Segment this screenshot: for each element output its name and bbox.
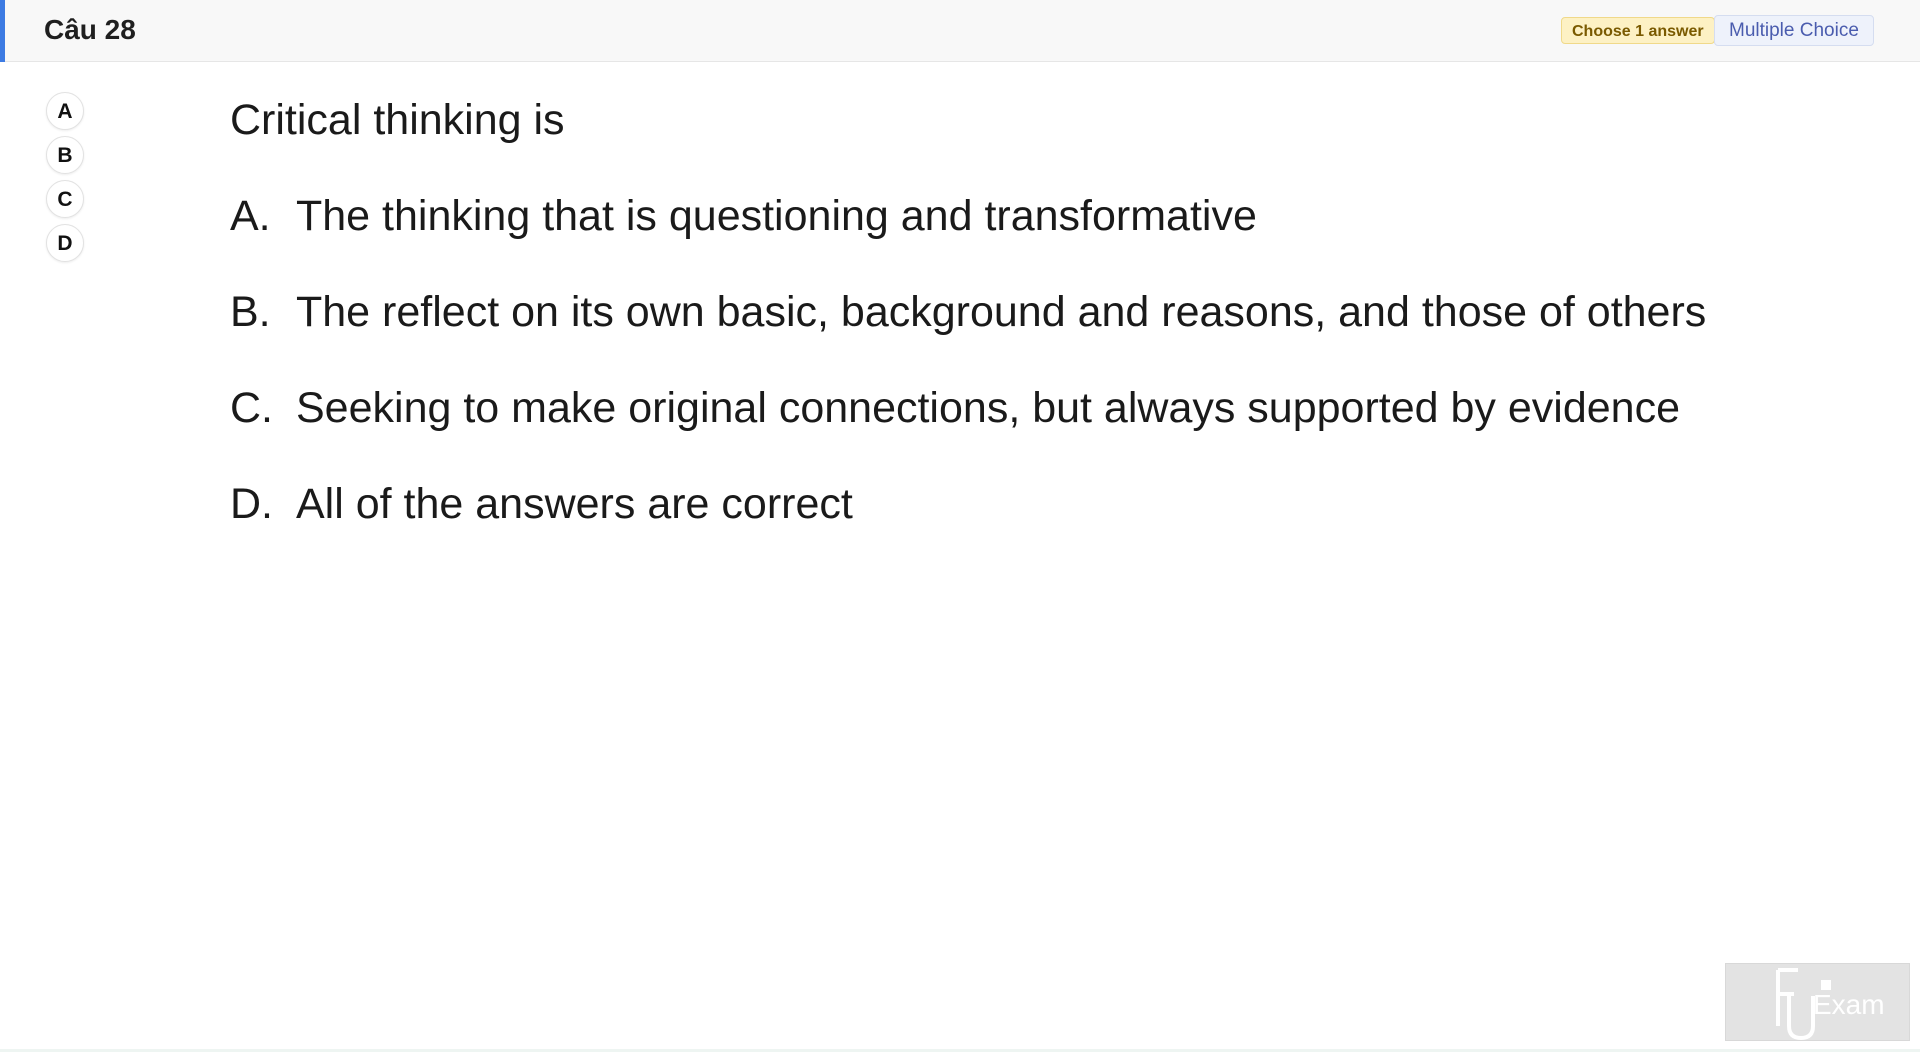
question-option-d: D. All of the answers are correct [230, 480, 853, 529]
fu-exam-logo-icon: Exam [1776, 968, 1885, 1040]
question-option-c: C. Seeking to make original connections, … [230, 384, 1680, 433]
option-letter: C. [230, 384, 273, 432]
option-text: The reflect on its own basic, background… [296, 288, 1707, 336]
answer-button-c[interactable]: C [46, 180, 84, 218]
question-stem: Critical thinking is [230, 96, 565, 144]
option-letter: A. [230, 192, 271, 240]
question-number-title: Câu 28 [44, 14, 136, 45]
question-option-b: B. The reflect on its own basic, backgrou… [230, 288, 1706, 337]
fu-exam-logo: Exam [1725, 963, 1910, 1041]
answer-button-d[interactable]: D [46, 224, 84, 262]
option-text: All of the answers are correct [296, 480, 853, 528]
logo-text: Exam [1813, 989, 1885, 1020]
option-text: The thinking that is questioning and tra… [296, 192, 1257, 240]
header-accent-bar [0, 0, 5, 62]
option-text: Seeking to make original connections, bu… [296, 384, 1680, 432]
question-type-badge: Multiple Choice [1714, 15, 1874, 46]
answer-button-b[interactable]: B [46, 136, 84, 174]
answer-button-a[interactable]: A [46, 92, 84, 130]
choose-count-badge: Choose 1 answer [1561, 17, 1715, 44]
question-option-a: A. The thinking that is questioning and t… [230, 192, 1257, 241]
answer-button-group: A B C D [46, 92, 86, 268]
option-letter: B. [230, 288, 271, 336]
question-image: Critical thinking is A. The thinking that… [220, 84, 1720, 544]
question-header: Câu 28 Choose 1 answer Multiple Choice [0, 0, 1920, 62]
option-letter: D. [230, 480, 273, 528]
